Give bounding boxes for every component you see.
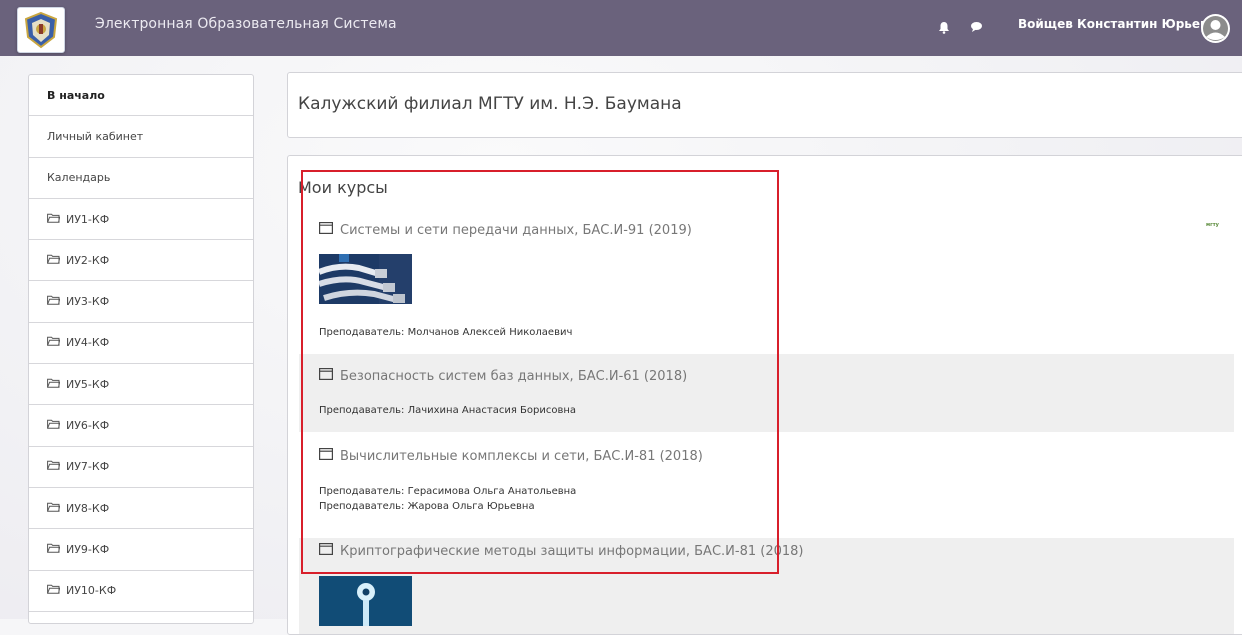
sidebar-item[interactable]: ИУ2-КФ: [29, 240, 253, 282]
course-title-link[interactable]: Криптографические методы защиты информац…: [319, 543, 803, 559]
teacher-name-link[interactable]: Жарова Ольга Юрьевна: [408, 501, 535, 512]
sidebar-nav: В начало Личный кабинет Календарь ИУ1-КФ ИУ2…: [28, 74, 254, 624]
sidebar-item-label: ИУ9-КФ: [66, 542, 110, 556]
course-teacher-line: Преподаватель: Молчанов Алексей Николаев…: [319, 327, 573, 338]
folder-icon: [47, 460, 61, 473]
teacher-name-link[interactable]: Молчанов Алексей Николаевич: [408, 327, 573, 338]
folder-icon: [47, 543, 61, 556]
course-card-icon: [319, 543, 334, 559]
course-item: Системы и сети передачи данных, БАС.И-91…: [299, 212, 1234, 352]
folder-icon: [47, 584, 61, 597]
bell-icon[interactable]: [935, 18, 953, 36]
sidebar-item[interactable]: ИУ4-КФ: [29, 323, 253, 365]
course-teacher-line: Преподаватель: Герасимова Ольга Анатолье…: [319, 486, 577, 497]
course-title-link[interactable]: Системы и сети передачи данных, БАС.И-91…: [319, 222, 692, 238]
my-courses-block: Мои курсы мгту Системы и сети передачи д…: [287, 155, 1242, 635]
top-navbar: Электронная Образовательная Система Войщ…: [0, 0, 1242, 56]
page-header-card: Калужский филиал МГТУ им. Н.Э. Баумана: [287, 72, 1242, 138]
sidebar-item[interactable]: ИУ5-КФ: [29, 364, 253, 406]
course-item: Вычислительные комплексы и сети, БАС.И-8…: [299, 434, 1234, 538]
course-teacher-line: Преподаватель: Жарова Ольга Юрьевна: [319, 501, 535, 512]
folder-icon: [47, 378, 61, 391]
folder-icon: [47, 213, 61, 226]
sidebar-item-label: Личный кабинет: [47, 129, 144, 143]
folder-icon: [47, 419, 61, 432]
sidebar-item[interactable]: ИУ3-КФ: [29, 281, 253, 323]
course-title-text: Вычислительные комплексы и сети, БАС.И-8…: [340, 448, 703, 464]
folder-icon: [47, 502, 61, 515]
courses-heading: Мои курсы: [298, 178, 388, 197]
sidebar-item[interactable]: Личный кабинет: [29, 116, 253, 158]
sidebar-item[interactable]: ИУ10-КФ: [29, 571, 253, 612]
sidebar-item-label: ИУ10-КФ: [66, 584, 117, 598]
page-title: Калужский филиал МГТУ им. Н.Э. Баумана: [298, 94, 682, 114]
course-card-icon: [319, 368, 334, 384]
course-title-text: Криптографические методы защиты информац…: [340, 543, 804, 559]
course-card-icon: [319, 222, 334, 238]
teacher-name-link[interactable]: Лачихина Анастасия Борисовна: [408, 405, 576, 416]
course-item: Криптографические методы защиты информац…: [299, 538, 1234, 634]
course-card-icon: [319, 448, 334, 464]
sidebar-item[interactable]: ИУ8-КФ: [29, 488, 253, 530]
sidebar-item-label: ИУ5-КФ: [66, 377, 110, 391]
sidebar-item-label: ИУ3-КФ: [66, 295, 110, 309]
teacher-name-link[interactable]: Герасимова Ольга Анатольевна: [408, 486, 577, 497]
avatar-icon[interactable]: [1200, 13, 1231, 44]
chat-icon[interactable]: [967, 18, 985, 36]
course-title-text: Безопасность систем баз данных, БАС.И-61…: [340, 368, 688, 384]
sidebar-item[interactable]: ИУ9-КФ: [29, 529, 253, 571]
sidebar-item[interactable]: ИУ6-КФ: [29, 405, 253, 447]
sidebar-item-label: ИУ8-КФ: [66, 501, 110, 515]
sidebar-item-label: ИУ4-КФ: [66, 336, 110, 350]
sidebar-item[interactable]: ИУ1-КФ: [29, 199, 253, 241]
university-logo[interactable]: [17, 7, 65, 53]
site-title[interactable]: Электронная Образовательная Система: [95, 16, 397, 32]
folder-icon: [47, 254, 61, 267]
sidebar-item[interactable]: ИУ7-КФ: [29, 447, 253, 488]
course-title-text: Системы и сети передачи данных, БАС.И-91…: [340, 222, 692, 238]
sidebar-item[interactable]: Календарь: [29, 158, 253, 199]
sidebar-item-label: ИУ2-КФ: [66, 253, 110, 267]
sidebar-item-label: В начало: [47, 88, 105, 102]
course-thumbnail-key[interactable]: [319, 576, 412, 630]
course-teacher-line: Преподаватель: Лачихина Анастасия Борисо…: [319, 405, 577, 416]
folder-icon: [47, 336, 61, 349]
sidebar-item-label: Календарь: [47, 171, 111, 185]
user-menu-name[interactable]: Войщев Константин Юрьевич: [1018, 17, 1224, 31]
sidebar-item-label: ИУ7-КФ: [66, 460, 110, 474]
folder-icon: [47, 295, 61, 308]
sidebar-item[interactable]: В начало: [29, 75, 253, 117]
crest-icon: [24, 11, 58, 49]
course-title-link[interactable]: Безопасность систем баз данных, БАС.И-61…: [319, 368, 687, 384]
course-item: Безопасность систем баз данных, БАС.И-61…: [299, 354, 1234, 432]
sidebar-item-label: ИУ1-КФ: [66, 212, 110, 226]
course-thumbnail-network-cables[interactable]: [317, 254, 412, 308]
course-title-link[interactable]: Вычислительные комплексы и сети, БАС.И-8…: [319, 448, 703, 464]
sidebar-item-label: ИУ6-КФ: [66, 419, 110, 433]
